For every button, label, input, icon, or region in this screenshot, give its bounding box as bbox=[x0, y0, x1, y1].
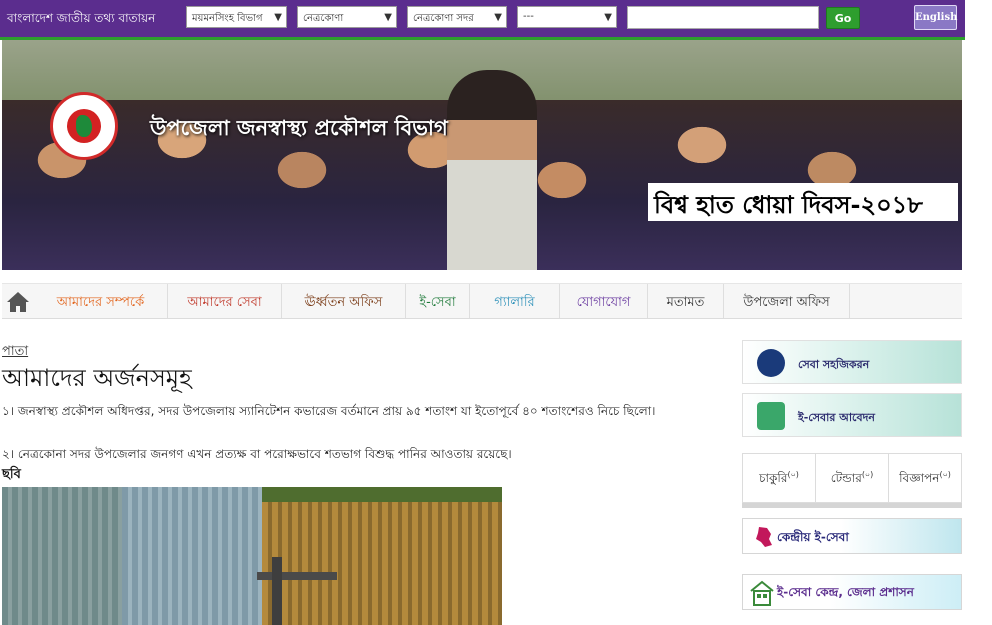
nav-feedback[interactable]: মতামত bbox=[648, 284, 724, 318]
office-title: উপজেলা জনস্বাস্থ্য প্রকৌশল বিভাগ bbox=[150, 116, 448, 140]
upazila-select-value: নেত্রকোণা সদর bbox=[413, 13, 474, 24]
central-e-service-label: কেন্দ্রীয় ই-সেবা bbox=[777, 530, 849, 544]
seal-map-icon bbox=[76, 115, 92, 137]
nav-services-label: আমাদের সেবা bbox=[187, 295, 262, 310]
e-service-apply-icon bbox=[757, 402, 785, 430]
e-service-apply-label: ই-সেবার আবেদন bbox=[798, 411, 875, 424]
achievement-item-1: ১। জনস্বাস্থ্য প্রকৌশল অধিদপ্তর, সদর উপজ… bbox=[2, 404, 656, 418]
e-service-center-label: ই-সেবা কেন্দ্র, জেলা প্রশাসন bbox=[777, 585, 914, 599]
office-select-value: --- bbox=[523, 11, 534, 22]
nav-upazila-office-label: উপজেলা অফিস bbox=[743, 295, 830, 310]
e-service-center-banner[interactable]: ই-সেবা কেন্দ্র, জেলা প্রশাসন bbox=[742, 574, 962, 610]
chevron-down-icon: ▼ bbox=[604, 12, 612, 23]
main-nav: আমাদের সম্পর্কে আমাদের সেবা ঊর্ধ্বতন অফি… bbox=[2, 283, 962, 319]
district-select-value: নেত্রকোণা bbox=[303, 13, 344, 24]
tab-jobs[interactable]: চাকুরি(০) bbox=[743, 454, 816, 502]
tab-advertisement[interactable]: বিজ্ঞাপন(০) bbox=[889, 454, 961, 502]
central-e-service-banner[interactable]: কেন্দ্রীয় ই-সেবা bbox=[742, 518, 962, 554]
nav-about-label: আমাদের সম্পর্কে bbox=[56, 295, 145, 310]
tabs-divider bbox=[742, 503, 962, 508]
home-icon[interactable] bbox=[5, 289, 31, 315]
district-select[interactable]: নেত্রকোণা ▼ bbox=[297, 6, 397, 28]
tab-advertisement-count: (০) bbox=[939, 470, 951, 479]
building-icon bbox=[750, 580, 774, 606]
english-language-button[interactable]: English bbox=[914, 5, 957, 30]
photo-pump-handle bbox=[257, 572, 337, 580]
e-service-apply-card[interactable]: ই-সেবার আবেদন bbox=[742, 393, 962, 437]
division-select[interactable]: ময়মনসিংহ বিভাগ ▼ bbox=[186, 6, 287, 28]
nav-feedback-label: মতামত bbox=[666, 295, 705, 310]
nav-e-service-label: ই-সেবা bbox=[419, 295, 456, 310]
upazila-select[interactable]: নেত্রকোণা সদর ▼ bbox=[407, 6, 507, 28]
tab-advertisement-label: বিজ্ঞাপন bbox=[899, 471, 940, 485]
bangladesh-map-icon bbox=[756, 527, 772, 547]
hero-banner: উপজেলা জনস্বাস্থ্য প্রকৌশল বিভাগ বিশ্ব হ… bbox=[2, 40, 962, 270]
search-input[interactable] bbox=[627, 6, 819, 29]
division-select-value: ময়মনসিংহ বিভাগ bbox=[192, 13, 263, 24]
government-seal-logo bbox=[50, 92, 118, 160]
photo-tin-wall bbox=[122, 487, 262, 625]
office-select[interactable]: --- ▼ bbox=[517, 6, 617, 28]
page-title: আমাদের অর্জনসমূহ bbox=[2, 364, 192, 392]
nav-e-service[interactable]: ই-সেবা bbox=[406, 284, 470, 318]
nav-higher-office[interactable]: ঊর্ধ্বতন অফিস bbox=[282, 284, 406, 318]
banner-person-image bbox=[447, 70, 537, 270]
achievement-item-2: ২। নেত্রকোনা সদর উপজেলার জনগণ এখন প্রত্য… bbox=[2, 447, 512, 461]
service-simplify-icon bbox=[757, 349, 785, 377]
notice-tabs: চাকুরি(০) টেন্ডার(০) বিজ্ঞাপন(০) bbox=[742, 453, 962, 503]
service-simplify-label: সেবা সহজিকরন bbox=[798, 358, 870, 371]
nav-contact-label: যোগাযোগ bbox=[576, 295, 631, 310]
photo-tin-wall bbox=[2, 487, 122, 625]
campaign-label: বিশ্ব হাত ধোয়া দিবস-২০১৮ bbox=[648, 183, 958, 221]
tab-tender[interactable]: টেন্ডার(০) bbox=[816, 454, 889, 502]
tab-jobs-label: চাকুরি bbox=[759, 471, 788, 485]
nav-contact[interactable]: যোগাযোগ bbox=[560, 284, 648, 318]
nav-gallery[interactable]: গ্যালারি bbox=[470, 284, 560, 318]
nav-services[interactable]: আমাদের সেবা bbox=[168, 284, 282, 318]
tubewell-photo bbox=[2, 487, 502, 625]
site-name[interactable]: বাংলাদেশ জাতীয় তথ্য বাতায়ন bbox=[7, 10, 155, 30]
photo-rusty-tin-wall bbox=[262, 502, 502, 625]
chevron-down-icon: ▼ bbox=[274, 12, 282, 23]
tab-tender-label: টেন্ডার bbox=[830, 471, 862, 485]
chevron-down-icon: ▼ bbox=[494, 12, 502, 23]
nav-upazila-office[interactable]: উপজেলা অফিস bbox=[724, 284, 850, 318]
chevron-down-icon: ▼ bbox=[384, 12, 392, 23]
nav-about[interactable]: আমাদের সম্পর্কে bbox=[34, 284, 168, 318]
go-button[interactable]: Go bbox=[826, 7, 860, 29]
photo-heading: ছবি bbox=[2, 467, 21, 482]
tab-tender-count: (০) bbox=[861, 470, 874, 479]
photo-pump-body bbox=[272, 557, 282, 625]
tab-jobs-count: (০) bbox=[787, 470, 799, 479]
top-bar: বাংলাদেশ জাতীয় তথ্য বাতায়ন ময়মনসিংহ ব… bbox=[0, 0, 965, 37]
nav-gallery-label: গ্যালারি bbox=[494, 295, 535, 310]
nav-higher-office-label: ঊর্ধ্বতন অফিস bbox=[304, 295, 383, 310]
service-simplify-card[interactable]: সেবা সহজিকরন bbox=[742, 340, 962, 384]
